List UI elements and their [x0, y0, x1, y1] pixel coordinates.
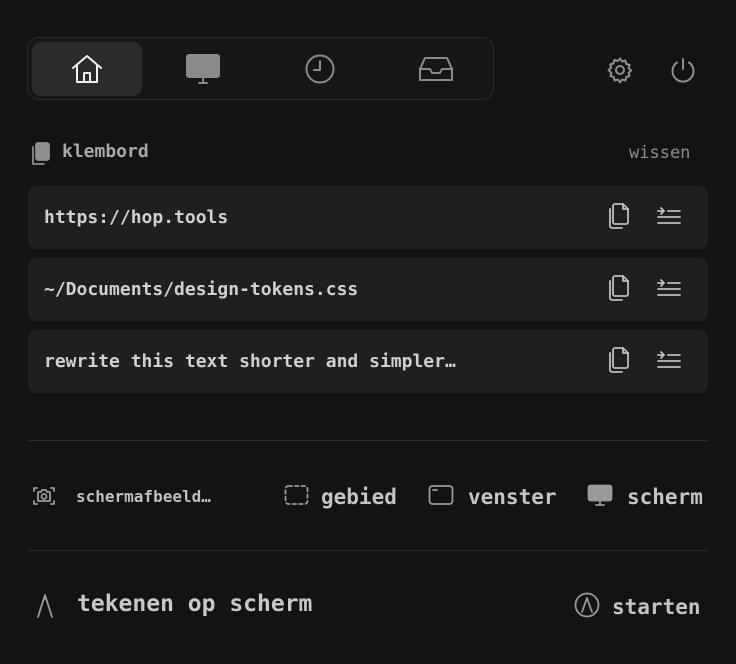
power-icon — [671, 58, 695, 83]
tab-home[interactable] — [32, 42, 142, 96]
tab-bar — [27, 37, 494, 100]
home-icon — [72, 55, 102, 83]
monitor-icon — [587, 484, 613, 510]
copy-button[interactable] — [606, 274, 630, 306]
divider — [28, 550, 708, 551]
screenshot-label: schermafbeeld… — [76, 487, 211, 506]
settings-button[interactable] — [605, 55, 635, 85]
monitor-icon — [186, 54, 220, 84]
pen-icon — [34, 593, 56, 623]
tab-inbox[interactable] — [381, 42, 491, 96]
text-insert-icon — [657, 206, 681, 224]
screenshot-area-button[interactable]: gebied — [284, 484, 397, 510]
pen-circle-icon — [574, 592, 600, 622]
clear-button[interactable]: wissen — [629, 143, 690, 163]
paste-button[interactable] — [656, 277, 682, 303]
copy-icon — [609, 346, 629, 373]
clipboard-item[interactable]: ~/Documents/design-tokens.css — [28, 258, 708, 321]
clipboard-item[interactable]: https://hop.tools — [28, 186, 708, 249]
clipboard-item-text: https://hop.tools — [44, 207, 229, 228]
camera-icon — [32, 485, 56, 511]
start-draw-label: starten — [612, 595, 701, 619]
clipboard-item[interactable]: rewrite this text shorter and simpler… — [28, 330, 708, 393]
gear-icon — [607, 57, 633, 84]
screenshot-area-label: gebied — [321, 485, 397, 509]
copy-button[interactable] — [606, 202, 630, 234]
power-button[interactable] — [668, 55, 698, 85]
draw-label: tekenen op scherm — [77, 591, 313, 617]
screenshot-window-button[interactable]: venster — [428, 484, 557, 510]
window-icon — [428, 484, 454, 510]
section-title: klembord — [62, 141, 149, 162]
copy-button[interactable] — [606, 346, 630, 378]
clock-icon — [305, 54, 335, 84]
tab-history[interactable] — [265, 42, 375, 96]
screenshot-screen-label: scherm — [627, 485, 703, 509]
tab-display[interactable] — [148, 42, 258, 96]
text-insert-icon — [657, 350, 681, 368]
clipboard-item-text: rewrite this text shorter and simpler… — [44, 351, 456, 372]
screenshot-screen-button[interactable]: scherm — [587, 484, 703, 510]
copy-icon — [609, 274, 629, 301]
text-insert-icon — [657, 278, 681, 296]
inbox-icon — [419, 57, 453, 81]
start-draw-button[interactable]: starten — [574, 592, 701, 622]
copy-icon — [609, 202, 629, 229]
paste-button[interactable] — [656, 349, 682, 375]
divider — [28, 440, 708, 441]
clipboard-icon — [29, 141, 51, 171]
paste-button[interactable] — [656, 205, 682, 231]
screenshot-window-label: venster — [468, 485, 557, 509]
clipboard-item-text: ~/Documents/design-tokens.css — [44, 279, 359, 300]
area-select-icon — [284, 484, 309, 510]
